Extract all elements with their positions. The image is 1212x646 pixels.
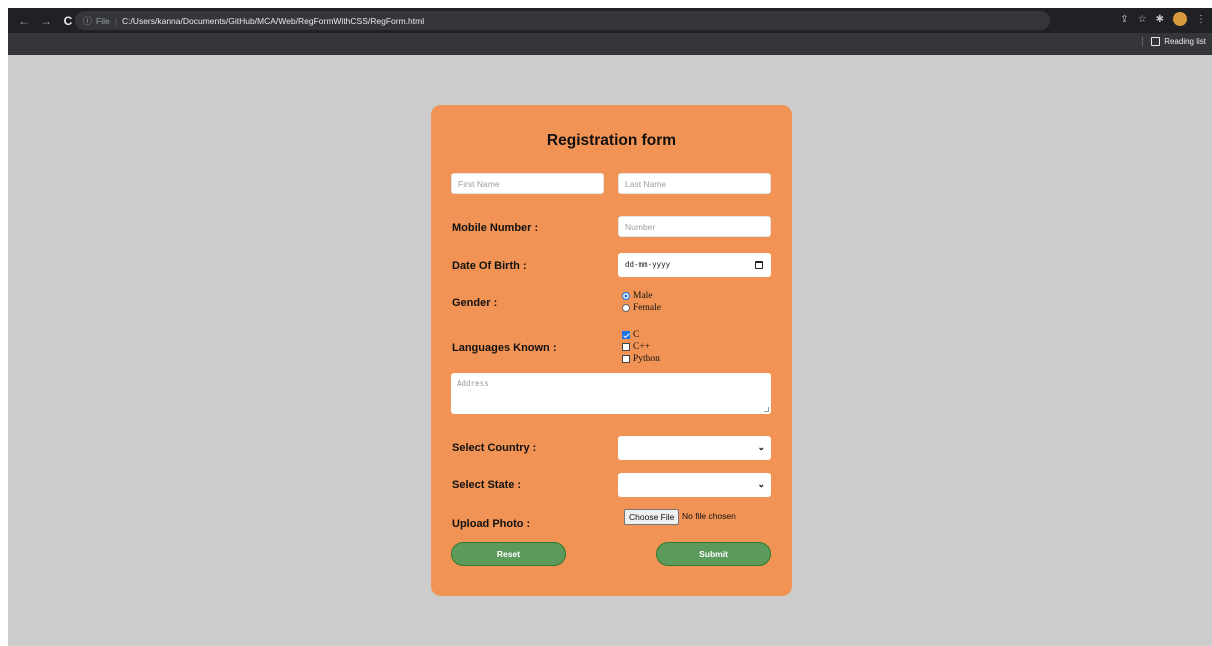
reload-icon[interactable]: C (60, 14, 76, 28)
url-scheme: File (96, 15, 110, 26)
address-placeholder: Address (457, 379, 489, 388)
dob-input[interactable]: dd-mm-yyyy (618, 253, 771, 277)
toolbar-actions: ⇪ ☆ ✱ ⋮ (1120, 12, 1206, 26)
back-icon[interactable]: ← (16, 14, 32, 28)
checkbox-python[interactable] (622, 355, 630, 363)
form-title: Registration form (546, 132, 677, 149)
gender-female-label: Female (633, 303, 661, 313)
reading-list-icon (1151, 37, 1161, 46)
submit-button[interactable]: Submit (656, 542, 771, 566)
language-cpp-label: C++ (633, 342, 651, 352)
dob-label: Date Of Birth : (452, 260, 527, 272)
photo-label: Upload Photo : (452, 518, 531, 530)
checkbox-cpp[interactable] (622, 343, 630, 351)
language-c-label: C (633, 330, 640, 340)
mobile-label: Mobile Number : (452, 222, 539, 234)
forward-icon[interactable]: → (38, 14, 54, 28)
languages-label: Languages Known : (452, 342, 557, 354)
language-option-c[interactable]: C (622, 330, 639, 340)
first-name-input[interactable] (451, 173, 604, 194)
language-option-python[interactable]: Python (622, 354, 660, 364)
browser-window: ← → C ⓘ File | C:/Users/kanna/Documents/… (8, 8, 1212, 646)
gender-option-female[interactable]: Female (622, 303, 661, 313)
language-option-cpp[interactable]: C++ (622, 342, 650, 352)
share-icon[interactable]: ⇪ (1120, 14, 1128, 25)
browser-toolbar: ← → C ⓘ File | C:/Users/kanna/Documents/… (8, 8, 1212, 33)
menu-icon[interactable]: ⋮ (1196, 14, 1206, 25)
chevron-down-icon: ⌄ (757, 479, 765, 489)
gender-option-male[interactable]: Male (622, 291, 653, 301)
profile-avatar[interactable] (1173, 12, 1187, 26)
registration-card: Registration form Mobile Number : Date O… (431, 105, 792, 596)
extensions-icon[interactable]: ✱ (1156, 14, 1164, 25)
gender-male-label: Male (633, 291, 653, 301)
no-file-text: No file chosen (682, 511, 736, 521)
url-separator: | (114, 15, 117, 26)
address-textarea[interactable]: Address (451, 373, 771, 414)
choose-file-button[interactable]: Choose File (624, 509, 680, 525)
info-icon[interactable]: ⓘ (83, 14, 92, 27)
language-python-label: Python (633, 354, 660, 364)
address-bar[interactable]: ⓘ File | C:/Users/kanna/Documents/GitHub… (75, 11, 1050, 30)
calendar-icon[interactable] (755, 261, 763, 269)
chevron-down-icon: ⌄ (757, 442, 765, 452)
radio-female[interactable] (622, 304, 630, 312)
mobile-input[interactable] (618, 216, 771, 237)
star-icon[interactable]: ☆ (1138, 14, 1147, 25)
country-label: Select Country : (452, 442, 537, 454)
state-select[interactable]: ⌄ (618, 473, 771, 497)
radio-male[interactable] (622, 292, 630, 300)
state-label: Select State : (452, 479, 522, 491)
resize-handle[interactable] (764, 407, 769, 412)
last-name-input[interactable] (618, 173, 771, 194)
bookmarks-bar: Reading list (8, 33, 1212, 55)
country-select[interactable]: ⌄ (618, 436, 771, 460)
dob-placeholder: dd-mm-yyyy (625, 260, 671, 269)
reading-list-label: Reading list (1164, 37, 1206, 46)
checkbox-c[interactable] (622, 331, 630, 339)
gender-label: Gender : (452, 297, 498, 309)
reading-list-button[interactable]: Reading list (1142, 37, 1206, 46)
url-text[interactable]: C:/Users/kanna/Documents/GitHub/MCA/Web/… (122, 16, 424, 26)
reset-button[interactable]: Reset (451, 542, 566, 566)
